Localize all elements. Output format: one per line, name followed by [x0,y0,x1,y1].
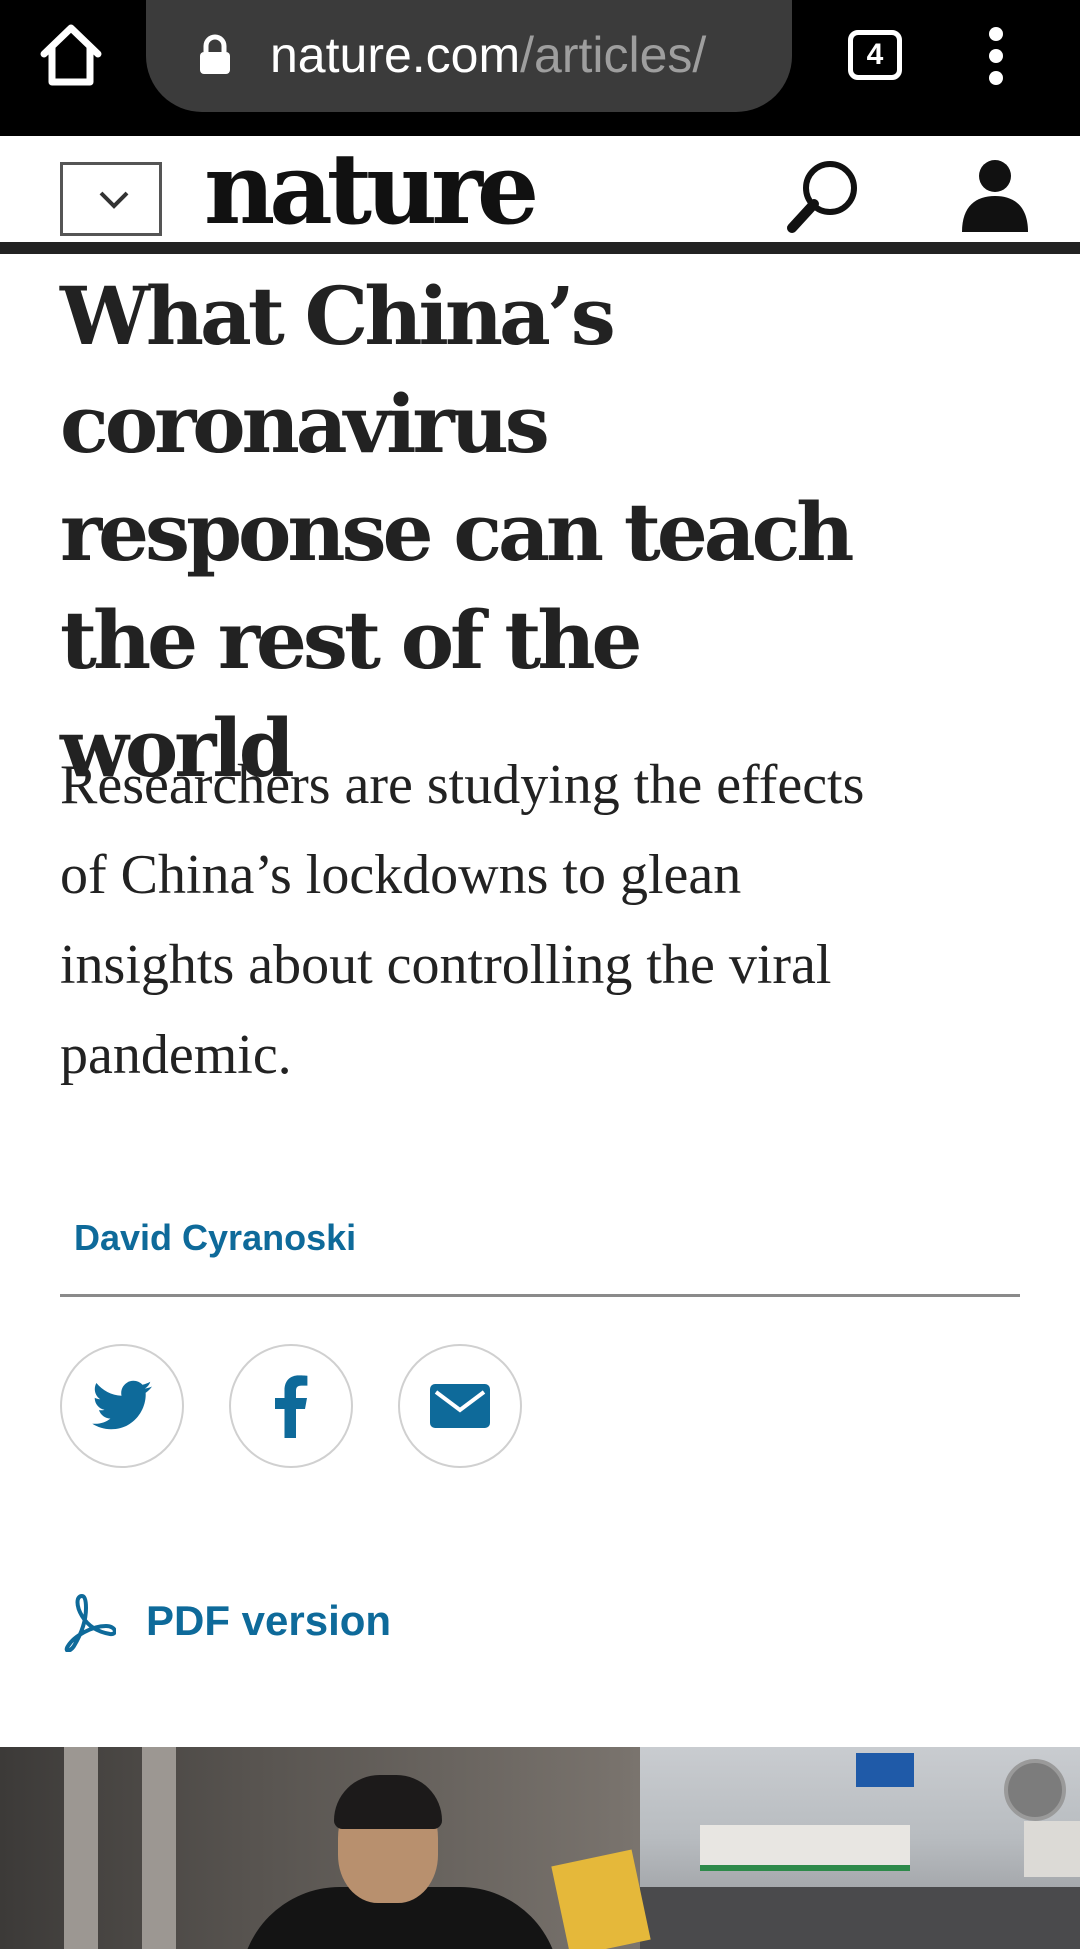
article-headline: What China’s coronavirus response can te… [60,269,854,795]
overflow-menu-icon [989,27,1003,85]
facebook-icon [275,1375,308,1438]
photo-round-sign [1004,1759,1066,1821]
address-bar[interactable]: nature.com/articles/ [146,0,792,112]
browser-toolbar: nature.com/articles/ 4 [0,0,1080,136]
site-logo[interactable]: nature [204,130,539,250]
search-button[interactable] [784,156,864,236]
email-icon [430,1384,490,1428]
account-button[interactable] [960,156,1030,236]
url-path: /articles/ [520,27,707,83]
photo-pillar [64,1747,98,1949]
tab-count: 4 [866,38,884,71]
home-icon [40,24,102,86]
home-button[interactable] [36,22,106,88]
share-twitter-button[interactable] [60,1344,184,1468]
article-standfirst: Researchers are studying the effects of … [60,754,865,1086]
search-icon [787,161,857,233]
share-email-button[interactable] [398,1344,522,1468]
pdf-version-label: PDF version [146,1597,392,1644]
url-host: nature.com [270,27,521,83]
lock-icon [200,34,230,74]
site-header: nature [0,132,1080,254]
menu-toggle-button[interactable] [60,162,162,236]
overflow-menu-button[interactable] [980,26,1012,86]
photo-bus [700,1825,910,1871]
photo-street-sign [856,1753,914,1787]
author-link[interactable]: David Cyranoski [74,1216,356,1260]
divider [60,1294,1020,1297]
twitter-icon [92,1380,152,1430]
article-hero-image [0,1747,1080,1949]
pdf-icon [64,1594,116,1652]
chevron-down-icon [99,191,129,209]
url-text: nature.com/articles/ [270,22,770,88]
photo-road [640,1887,1080,1949]
account-icon [962,160,1028,232]
photo-bus [1024,1821,1080,1877]
share-facebook-button[interactable] [229,1344,353,1468]
tabs-button[interactable]: 4 [848,30,902,80]
photo-pillar [142,1747,176,1949]
